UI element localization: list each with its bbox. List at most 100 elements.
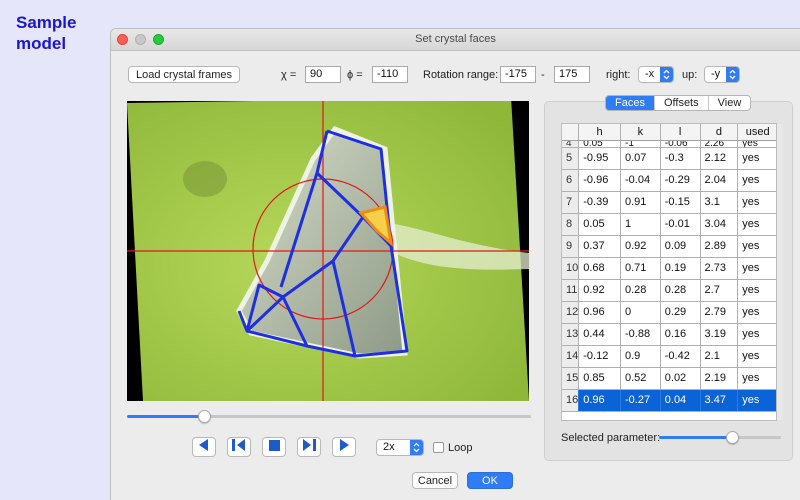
column-header-used[interactable]: used bbox=[737, 124, 776, 141]
cell-h[interactable]: 0.68 bbox=[578, 257, 621, 280]
cell-l[interactable]: -0.29 bbox=[660, 169, 701, 192]
cell-d[interactable]: 2.79 bbox=[700, 301, 739, 324]
cell-used[interactable]: yes bbox=[737, 213, 776, 236]
up-axis-select[interactable]: -y bbox=[704, 66, 740, 83]
rotation-to-input[interactable]: 175 bbox=[554, 66, 590, 83]
table-row[interactable]: 13 0.44 -0.88 0.16 3.19 yes bbox=[562, 323, 776, 346]
cell-k[interactable]: 0.52 bbox=[620, 367, 661, 390]
cell-l[interactable]: 0.04 bbox=[660, 389, 701, 412]
cell-d[interactable]: 3.19 bbox=[700, 323, 739, 346]
crystal-image-viewer[interactable] bbox=[127, 101, 529, 401]
cell-k[interactable]: 0 bbox=[620, 301, 661, 324]
cell-d[interactable]: 2.19 bbox=[700, 367, 739, 390]
cell-h[interactable]: 0.92 bbox=[578, 279, 621, 302]
cell-used[interactable]: yes bbox=[737, 301, 776, 324]
chi-input[interactable]: 90 bbox=[305, 66, 341, 83]
cell-k[interactable]: 0.71 bbox=[620, 257, 661, 280]
cell-k[interactable]: -0.88 bbox=[620, 323, 661, 346]
cell-used[interactable]: yes bbox=[737, 235, 776, 258]
table-row[interactable]: 11 0.92 0.28 0.28 2.7 yes bbox=[562, 279, 776, 302]
cell-h[interactable]: 0.44 bbox=[578, 323, 621, 346]
tab-offsets[interactable]: Offsets bbox=[655, 96, 709, 110]
cell-h[interactable]: 0.05 bbox=[578, 213, 621, 236]
play-forward-button[interactable] bbox=[332, 437, 356, 457]
cell-l[interactable]: 0.28 bbox=[660, 279, 701, 302]
right-axis-select[interactable]: -x bbox=[638, 66, 674, 83]
cell-k[interactable]: 0.07 bbox=[620, 147, 661, 170]
table-scrollbar[interactable] bbox=[777, 124, 783, 420]
stop-button[interactable] bbox=[262, 437, 286, 457]
cell-l[interactable]: 0.09 bbox=[660, 235, 701, 258]
cell-d[interactable]: 2.73 bbox=[700, 257, 739, 280]
playback-speed-select[interactable]: 2x bbox=[376, 439, 424, 456]
cell-used[interactable]: yes bbox=[737, 140, 776, 148]
cell-k[interactable]: -0.04 bbox=[620, 169, 661, 192]
cell-h[interactable]: -0.95 bbox=[578, 147, 621, 170]
cell-h[interactable]: 0.85 bbox=[578, 367, 621, 390]
cell-l[interactable]: -0.06 bbox=[660, 140, 701, 148]
cell-h[interactable]: -0.39 bbox=[578, 191, 621, 214]
cell-h[interactable]: 0.96 bbox=[578, 389, 621, 412]
table-row[interactable]: 4 0.05 -1 -0.06 2.26 yes bbox=[562, 140, 776, 148]
tab-faces[interactable]: Faces bbox=[606, 96, 655, 110]
table-row[interactable]: 15 0.85 0.52 0.02 2.19 yes bbox=[562, 367, 776, 390]
cell-k[interactable]: -1 bbox=[620, 140, 661, 148]
cell-h[interactable]: 0.96 bbox=[578, 301, 621, 324]
faces-table[interactable]: h k l d used 4 0.05 -1 -0.06 2.26 yes 5-… bbox=[561, 123, 777, 421]
cell-h[interactable]: -0.12 bbox=[578, 345, 621, 368]
cell-l[interactable]: 0.02 bbox=[660, 367, 701, 390]
column-header-h[interactable]: h bbox=[578, 124, 621, 141]
cell-l[interactable]: -0.3 bbox=[660, 147, 701, 170]
cell-used[interactable]: yes bbox=[737, 389, 776, 412]
parameter-slider-knob[interactable] bbox=[726, 431, 739, 444]
table-row[interactable]: 14 -0.12 0.9 -0.42 2.1 yes bbox=[562, 345, 776, 368]
cell-l[interactable]: -0.42 bbox=[660, 345, 701, 368]
table-row[interactable]: 5 -0.95 0.07 -0.3 2.12 yes bbox=[562, 147, 776, 170]
cell-h[interactable]: 0.37 bbox=[578, 235, 621, 258]
tab-view[interactable]: View bbox=[709, 96, 751, 110]
cell-k[interactable]: -0.27 bbox=[620, 389, 661, 412]
cell-l[interactable]: 0.16 bbox=[660, 323, 701, 346]
cell-used[interactable]: yes bbox=[737, 345, 776, 368]
cell-l[interactable]: 0.29 bbox=[660, 301, 701, 324]
cell-d[interactable]: 3.47 bbox=[700, 389, 739, 412]
play-backward-button[interactable] bbox=[192, 437, 216, 457]
cell-d[interactable]: 2.04 bbox=[700, 169, 739, 192]
phi-input[interactable]: -110 bbox=[372, 66, 408, 83]
column-header-l[interactable]: l bbox=[660, 124, 701, 141]
cell-k[interactable]: 0.9 bbox=[620, 345, 661, 368]
cell-k[interactable]: 0.92 bbox=[620, 235, 661, 258]
cell-k[interactable]: 1 bbox=[620, 213, 661, 236]
cell-used[interactable]: yes bbox=[737, 279, 776, 302]
cell-k[interactable]: 0.28 bbox=[620, 279, 661, 302]
column-header-k[interactable]: k bbox=[620, 124, 661, 141]
cell-l[interactable]: 0.19 bbox=[660, 257, 701, 280]
frame-slider-knob[interactable] bbox=[198, 410, 211, 423]
table-row[interactable]: 12 0.96 0 0.29 2.79 yes bbox=[562, 301, 776, 324]
cell-d[interactable]: 3.04 bbox=[700, 213, 739, 236]
cell-used[interactable]: yes bbox=[737, 191, 776, 214]
cell-used[interactable]: yes bbox=[737, 367, 776, 390]
loop-checkbox[interactable] bbox=[433, 442, 444, 453]
table-row[interactable]: 9 0.37 0.92 0.09 2.89 yes bbox=[562, 235, 776, 258]
cell-d[interactable]: 2.7 bbox=[700, 279, 739, 302]
step-backward-button[interactable] bbox=[227, 437, 251, 457]
cell-k[interactable]: 0.91 bbox=[620, 191, 661, 214]
cell-used[interactable]: yes bbox=[737, 147, 776, 170]
cell-l[interactable]: -0.15 bbox=[660, 191, 701, 214]
cell-used[interactable]: yes bbox=[737, 323, 776, 346]
rotation-from-input[interactable]: -175 bbox=[500, 66, 536, 83]
ok-button[interactable]: OK bbox=[467, 472, 513, 489]
cell-d[interactable]: 2.1 bbox=[700, 345, 739, 368]
cell-l[interactable]: -0.01 bbox=[660, 213, 701, 236]
title-bar[interactable]: Set crystal faces bbox=[111, 29, 800, 51]
frame-slider[interactable] bbox=[127, 410, 531, 423]
table-row[interactable]: 6 -0.96 -0.04 -0.29 2.04 yes bbox=[562, 169, 776, 192]
selected-parameter-slider[interactable] bbox=[659, 431, 781, 444]
cell-h[interactable]: -0.96 bbox=[578, 169, 621, 192]
column-header-d[interactable]: d bbox=[700, 124, 739, 141]
table-row[interactable]: 16 0.96 -0.27 0.04 3.47 yes bbox=[562, 389, 776, 412]
cell-h[interactable]: 0.05 bbox=[578, 140, 621, 148]
cancel-button[interactable]: Cancel bbox=[412, 472, 458, 489]
cell-d[interactable]: 3.1 bbox=[700, 191, 739, 214]
